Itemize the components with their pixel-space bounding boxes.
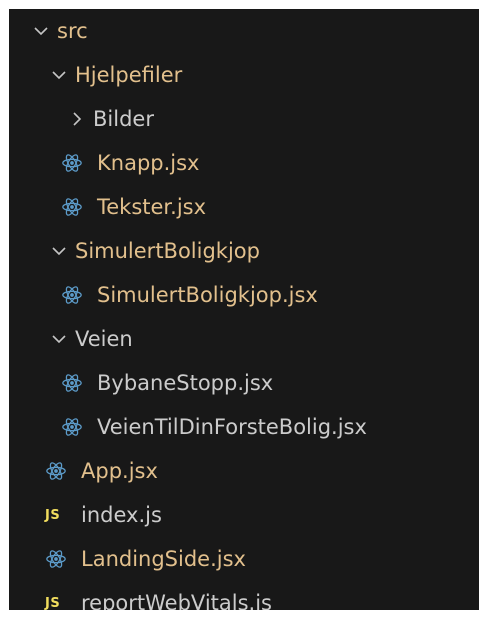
tree-item-label: Tekster.jsx <box>97 194 207 219</box>
chevron-down-icon <box>49 329 69 349</box>
tree-item-label: src <box>57 18 88 43</box>
react-icon <box>45 548 67 570</box>
tree-file-simulertboligkjop[interactable]: SimulertBoligkjop.jsx <box>9 273 479 317</box>
tree-item-label: LandingSide.jsx <box>81 546 246 571</box>
tree-folder-hjelpefiler[interactable]: Hjelpefiler <box>9 53 479 97</box>
react-icon <box>61 284 83 306</box>
tree-item-label: SimulertBoligkjop <box>75 238 260 263</box>
tree-folder-bilder[interactable]: Bilder <box>9 97 479 141</box>
js-icon: JS <box>45 507 61 523</box>
file-explorer: src Hjelpefiler Bilder Knapp.jsx Tekster… <box>9 9 479 610</box>
chevron-right-icon <box>67 109 87 129</box>
react-icon <box>61 416 83 438</box>
tree-item-label: Knapp.jsx <box>97 150 200 175</box>
react-icon <box>45 460 67 482</box>
tree-folder-veien[interactable]: Veien <box>9 317 479 361</box>
tree-item-label: reportWebVitals.js <box>81 590 272 610</box>
chevron-down-icon <box>31 21 51 41</box>
react-icon <box>61 372 83 394</box>
tree-file-reportwebvitals[interactable]: JS reportWebVitals.js <box>9 581 479 610</box>
react-icon <box>61 196 83 218</box>
tree-file-app[interactable]: App.jsx <box>9 449 479 493</box>
tree-file-landingside[interactable]: LandingSide.jsx <box>9 537 479 581</box>
tree-file-index[interactable]: JS index.js <box>9 493 479 537</box>
tree-folder-src[interactable]: src <box>9 9 479 53</box>
tree-item-label: SimulertBoligkjop.jsx <box>97 282 318 307</box>
tree-item-label: Veien <box>75 326 133 351</box>
tree-file-tekster[interactable]: Tekster.jsx <box>9 185 479 229</box>
react-icon <box>61 152 83 174</box>
tree-item-label: App.jsx <box>81 458 158 483</box>
tree-item-label: index.js <box>81 502 162 527</box>
chevron-down-icon <box>49 241 69 261</box>
tree-item-label: Bilder <box>93 106 154 131</box>
tree-file-knapp[interactable]: Knapp.jsx <box>9 141 479 185</box>
chevron-down-icon <box>49 65 69 85</box>
js-icon: JS <box>45 595 61 611</box>
tree-folder-simulertboligkjop[interactable]: SimulertBoligkjop <box>9 229 479 273</box>
tree-item-label: Hjelpefiler <box>75 62 183 87</box>
tree-file-veientildinforstebolig[interactable]: VeienTilDinForsteBolig.jsx <box>9 405 479 449</box>
tree-item-label: BybaneStopp.jsx <box>97 370 274 395</box>
tree-item-label: VeienTilDinForsteBolig.jsx <box>97 414 367 439</box>
tree-file-bybanestopp[interactable]: BybaneStopp.jsx <box>9 361 479 405</box>
